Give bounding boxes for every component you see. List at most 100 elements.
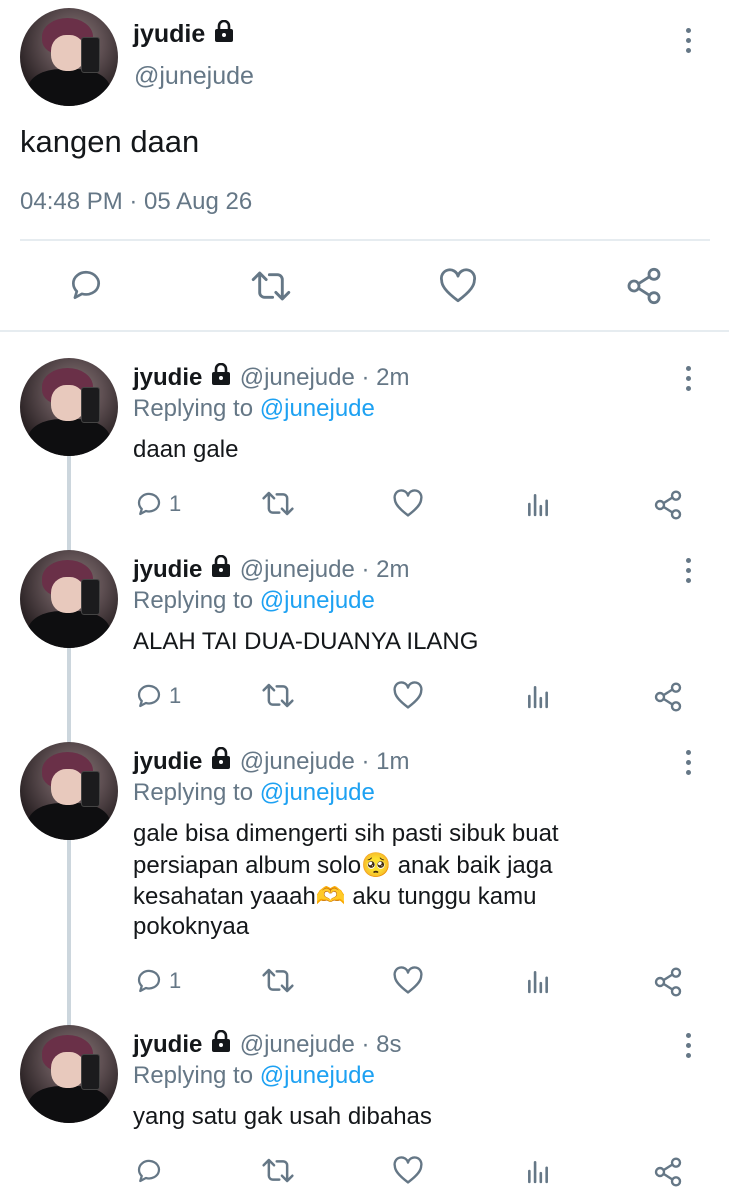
share-button[interactable] xyxy=(652,489,684,521)
more-options-icon[interactable] xyxy=(686,366,692,396)
like-button[interactable] xyxy=(438,268,478,304)
share-icon xyxy=(652,681,684,713)
replying-to-handle[interactable]: @junejude xyxy=(260,1062,375,1089)
replying-to-label: Replying to xyxy=(133,1062,254,1089)
lock-icon xyxy=(212,19,236,51)
retweet-button[interactable] xyxy=(261,1156,295,1185)
reply-handle[interactable]: @junejude xyxy=(240,556,355,583)
reply-header: jyudie @junejude · 2m xyxy=(133,554,410,586)
share-button[interactable] xyxy=(652,966,684,998)
replying-to-handle[interactable]: @junejude xyxy=(260,587,375,614)
reply-avatar[interactable] xyxy=(20,550,118,648)
replying-to-label: Replying to xyxy=(133,587,254,614)
thread-line xyxy=(67,456,71,1026)
reply-text-line: pokoknyaa xyxy=(133,913,250,940)
reply-header: jyudie @junejude · 2m xyxy=(133,362,410,394)
retweet-icon xyxy=(261,1156,295,1185)
like-icon xyxy=(392,1156,424,1185)
lock-icon xyxy=(209,554,233,586)
reply-avatar[interactable] xyxy=(20,358,118,456)
reply-count: 1 xyxy=(169,491,182,516)
reply-text-line: daan gale xyxy=(133,436,239,463)
retweet-button[interactable] xyxy=(261,681,295,710)
share-icon xyxy=(627,267,661,305)
share-button[interactable] xyxy=(652,681,684,713)
lock-icon xyxy=(209,746,233,778)
analytics-icon xyxy=(525,491,551,517)
reply-display-name[interactable]: jyudie xyxy=(133,364,202,391)
retweet-button[interactable] xyxy=(261,489,295,518)
reply-icon xyxy=(133,489,165,519)
more-options-icon[interactable] xyxy=(686,28,692,58)
reply-text-line: gale bisa dimengerti sih pasti sibuk bua… xyxy=(133,820,559,847)
main-display-name[interactable]: jyudie xyxy=(133,19,236,51)
more-options-icon[interactable] xyxy=(686,750,692,780)
reply-button[interactable]: 1 xyxy=(133,681,181,711)
main-tweet-text: kangen daan xyxy=(20,124,200,159)
analytics-icon xyxy=(525,683,551,709)
analytics-icon xyxy=(525,1158,551,1184)
share-icon xyxy=(652,1156,684,1188)
reply-avatar[interactable] xyxy=(20,1025,118,1123)
reply-icon xyxy=(133,681,165,711)
more-options-icon[interactable] xyxy=(686,1033,692,1063)
main-handle[interactable]: @junejude xyxy=(134,62,254,91)
analytics-button[interactable] xyxy=(525,968,551,994)
like-icon xyxy=(392,681,424,710)
share-button[interactable] xyxy=(624,266,664,306)
like-icon xyxy=(392,966,424,995)
replying-to-label: Replying to xyxy=(133,395,254,422)
like-button[interactable] xyxy=(392,966,424,995)
divider xyxy=(20,239,710,241)
replying-to-handle[interactable]: @junejude xyxy=(260,395,375,422)
reply-button[interactable]: 1 xyxy=(133,489,181,519)
reply-handle[interactable]: @junejude xyxy=(240,748,355,775)
reply-handle[interactable]: @junejude xyxy=(240,1031,355,1058)
replying-to-label: Replying to xyxy=(133,779,254,806)
like-icon xyxy=(440,268,476,303)
reply-icon xyxy=(71,270,100,300)
lock-icon xyxy=(209,1029,233,1061)
reply-header: jyudie @junejude · 8s xyxy=(133,1029,402,1061)
reply-button[interactable] xyxy=(133,1156,169,1186)
reply-button[interactable] xyxy=(66,266,106,304)
reply-text-line: ALAH TAI DUA-DUANYA ILANG xyxy=(133,628,479,655)
reply-display-name[interactable]: jyudie xyxy=(133,556,202,583)
reply-header: jyudie @junejude · 1m xyxy=(133,746,410,778)
share-button[interactable] xyxy=(652,1156,684,1188)
reply-count: 1 xyxy=(169,683,182,708)
like-button[interactable] xyxy=(392,681,424,710)
reply-count: 1 xyxy=(169,968,182,993)
retweet-button[interactable] xyxy=(261,966,295,995)
retweet-icon xyxy=(261,966,295,995)
section-divider xyxy=(0,330,729,332)
share-icon xyxy=(652,966,684,998)
reply-text-line: persiapan album solo🥺 anak baik jaga xyxy=(133,852,553,879)
replying-to: Replying to @junejude xyxy=(133,1062,375,1090)
replying-to: Replying to @junejude xyxy=(133,395,375,423)
retweet-icon xyxy=(261,681,295,710)
reply-handle[interactable]: @junejude xyxy=(240,364,355,391)
replying-to-handle[interactable]: @junejude xyxy=(260,779,375,806)
analytics-button[interactable] xyxy=(525,1158,551,1184)
like-button[interactable] xyxy=(392,1156,424,1185)
retweet-button[interactable] xyxy=(250,268,292,304)
share-icon xyxy=(652,489,684,521)
replying-to: Replying to @junejude xyxy=(133,587,375,615)
main-avatar[interactable] xyxy=(20,8,118,106)
reply-display-name[interactable]: jyudie xyxy=(133,1031,202,1058)
reply-time: · 2m xyxy=(361,556,410,583)
lock-icon xyxy=(209,362,233,394)
analytics-button[interactable] xyxy=(525,683,551,709)
reply-icon xyxy=(133,966,165,996)
reply-avatar[interactable] xyxy=(20,742,118,840)
like-button[interactable] xyxy=(392,489,424,518)
analytics-button[interactable] xyxy=(525,491,551,517)
like-icon xyxy=(392,489,424,518)
more-options-icon[interactable] xyxy=(686,558,692,588)
reply-icon xyxy=(133,1156,165,1186)
reply-button[interactable]: 1 xyxy=(133,966,181,996)
reply-display-name[interactable]: jyudie xyxy=(133,748,202,775)
retweet-icon xyxy=(251,271,291,301)
replying-to: Replying to @junejude xyxy=(133,779,375,807)
